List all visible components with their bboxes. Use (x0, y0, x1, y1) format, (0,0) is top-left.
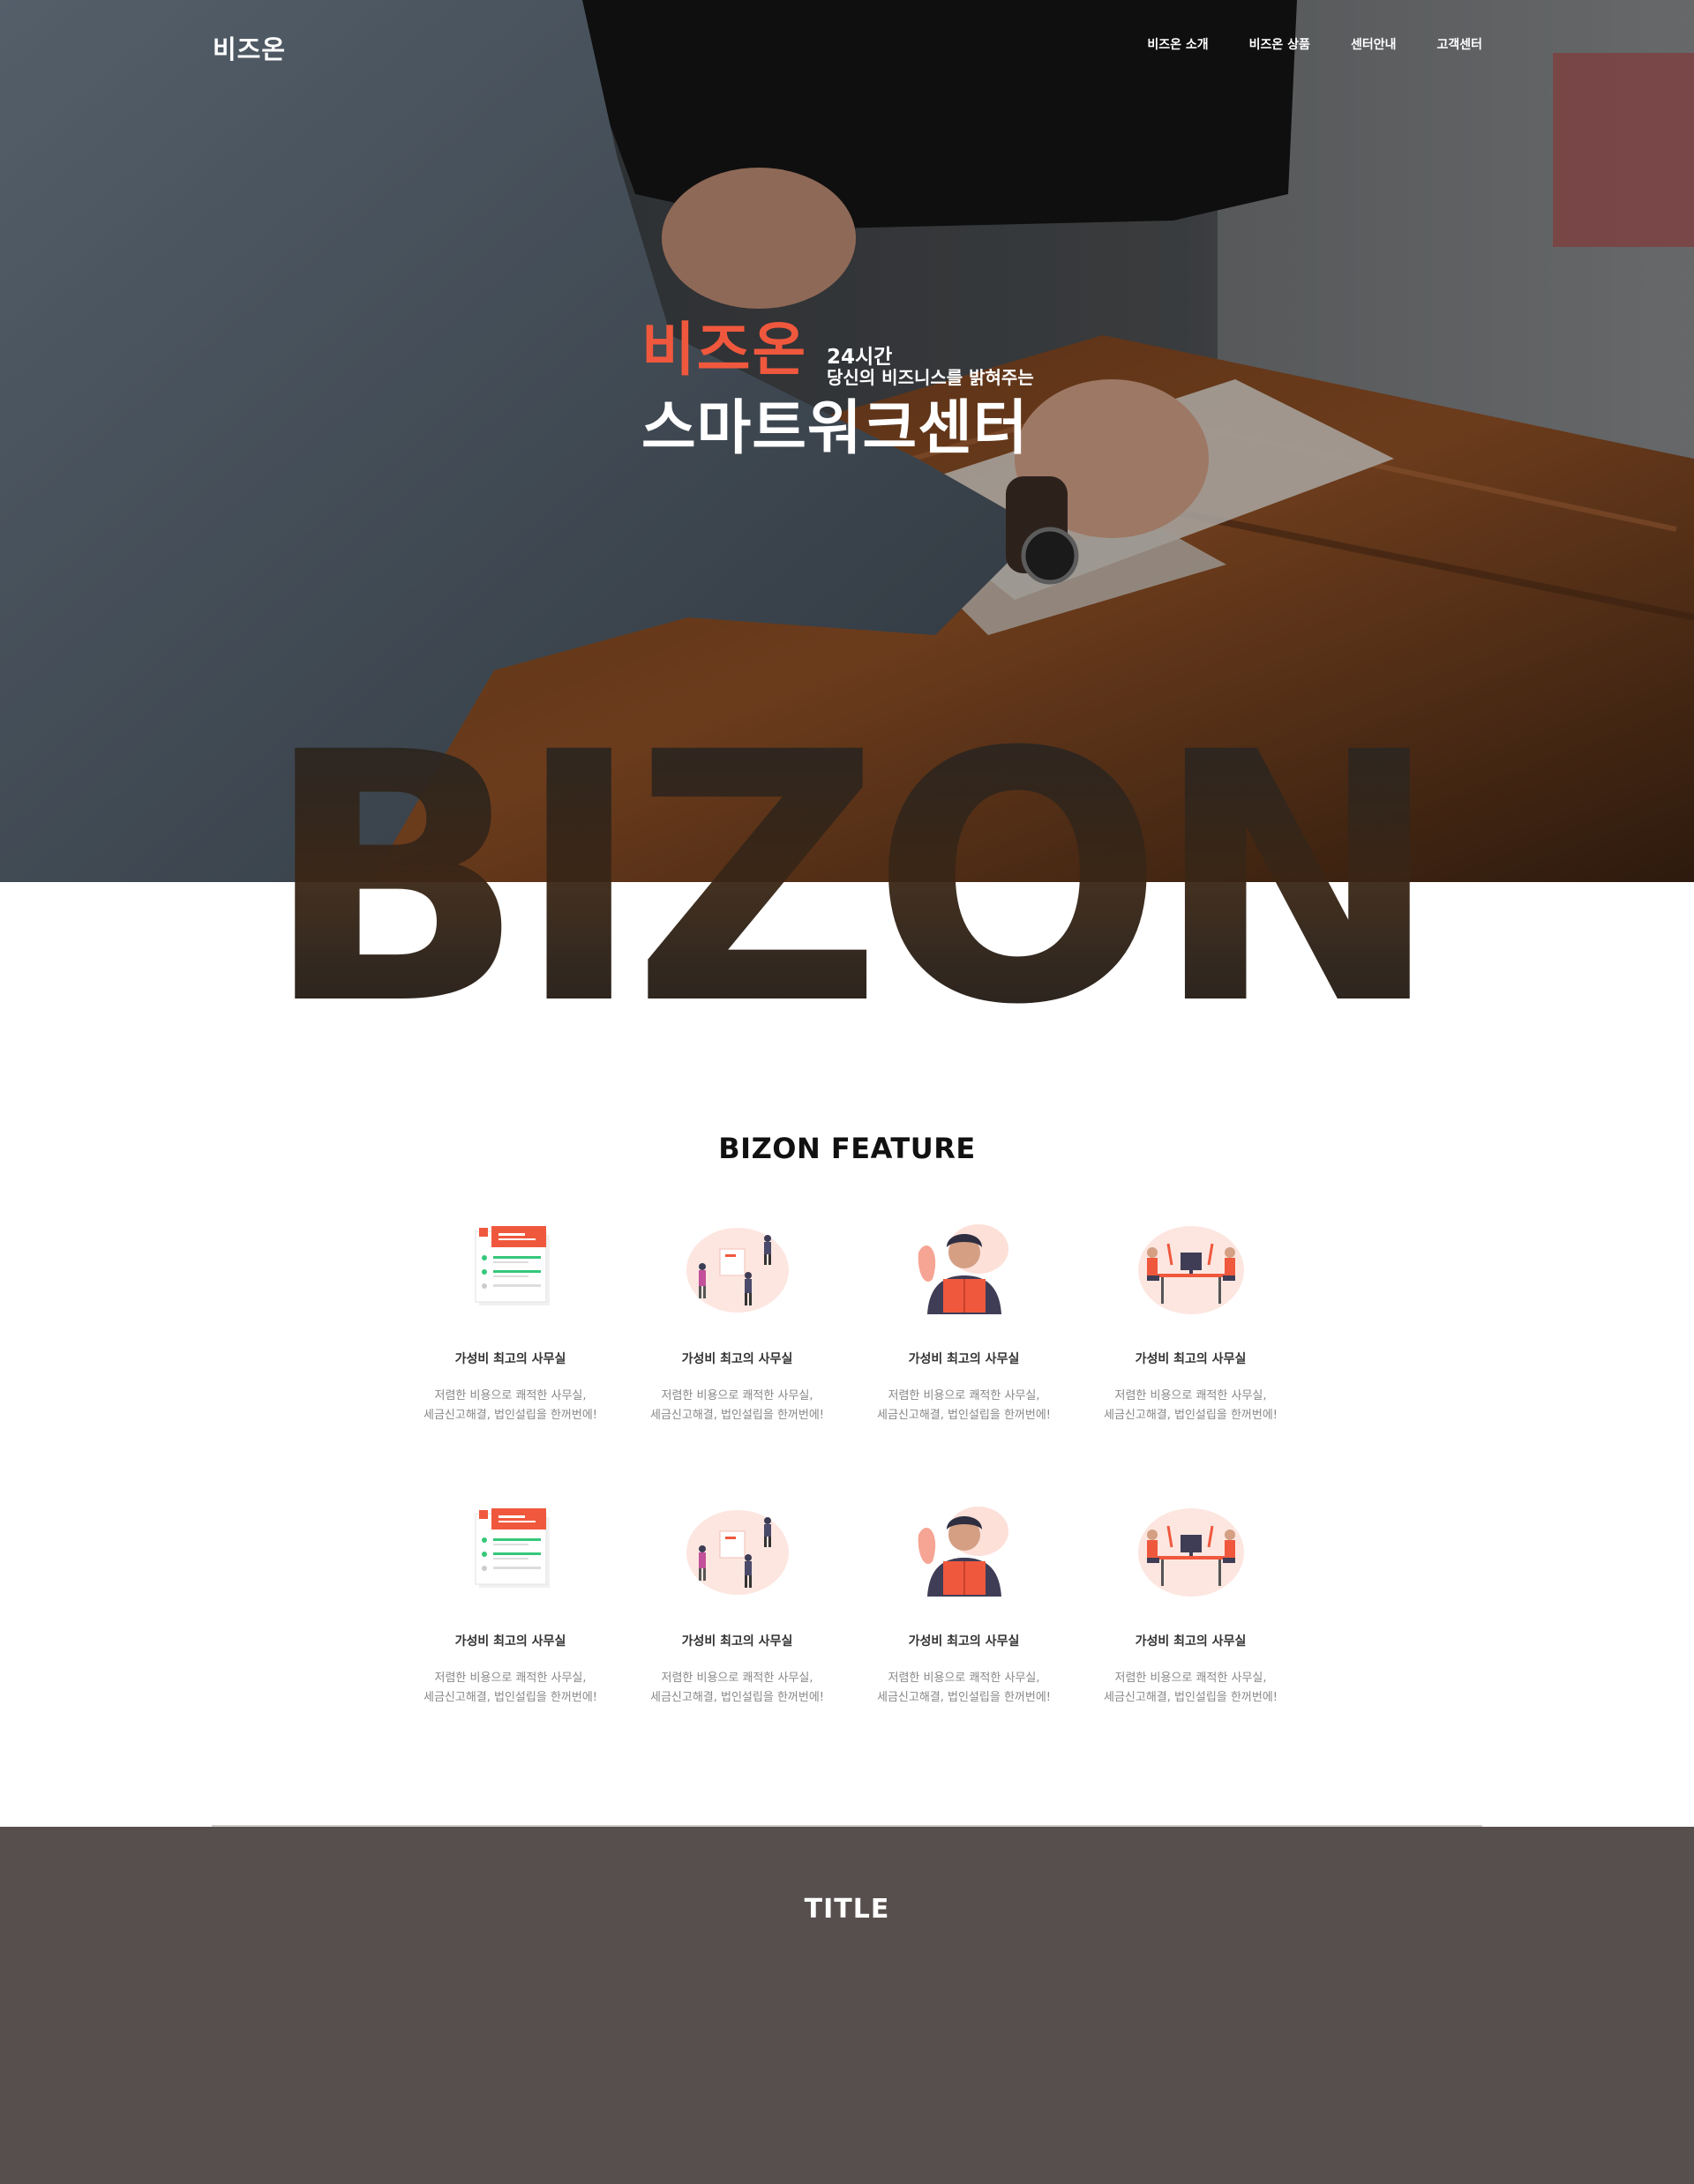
feature-card-desc-line: 세금신고해결, 법인설립을 한꺼번에! (876, 1409, 1051, 1422)
feature-card-desc-line: 세금신고해결, 법인설립을 한꺼번에! (649, 1691, 824, 1704)
man-reading-illustration (918, 1224, 1008, 1314)
feature-card-desc: 저렴한 비용으로 쾌적한 사무실, 세금신고해결, 법인설립을 한꺼번에! (624, 1669, 851, 1708)
feature-card-desc-line: 세금신고해결, 법인설립을 한꺼번에! (423, 1409, 597, 1422)
team-presentation-illustration (686, 1510, 789, 1595)
feature-card-title: 가성비 최고의 사무실 (681, 1352, 793, 1366)
feature-card-desc: 저렴한 비용으로 쾌적한 사무실, 세금신고해결, 법인설립을 한꺼번에! (1077, 1387, 1304, 1425)
feature-card: 가성비 최고의 사무실 저렴한 비용으로 쾌적한 사무실, 세금신고해결, 법인… (851, 1500, 1077, 1708)
menu-item-center-info[interactable]: 센터안내 (1351, 35, 1397, 53)
feature-card-desc-line: 세금신고해결, 법인설립을 한꺼번에! (1103, 1409, 1278, 1422)
hero-brand-name: 비즈온 (641, 316, 808, 384)
feature-card: 가성비 최고의 사무실 저렴한 비용으로 쾌적한 사무실, 세금신고해결, 법인… (1077, 1217, 1304, 1425)
top-navigation: 비즈온 비즈온 소개 비즈온 상품 센터안내 고객센터 (0, 0, 1694, 88)
feature-card-desc-line: 세금신고해결, 법인설립을 한꺼번에! (1103, 1691, 1278, 1704)
bizon-big-word: BIZON (263, 723, 1441, 1006)
feature-card-desc: 저렴한 비용으로 쾌적한 사무실, 세금신고해결, 법인설립을 한꺼번에! (1077, 1669, 1304, 1708)
feature-card-desc: 저렴한 비용으로 쾌적한 사무실, 세금신고해결, 법인설립을 한꺼번에! (851, 1669, 1077, 1708)
title-section: TITLE (0, 1827, 1694, 2184)
hero-tagline-business: 당신의 비즈니스를 밝혀주는 (827, 367, 1034, 388)
desk-workers-illustration (1137, 1226, 1244, 1314)
feature-card-desc: 저렴한 비용으로 쾌적한 사무실, 세금신고해결, 법인설립을 한꺼번에! (397, 1669, 624, 1708)
feature-card: 가성비 최고의 사무실 저렴한 비용으로 쾌적한 사무실, 세금신고해결, 법인… (851, 1217, 1077, 1425)
feature-card-desc-line: 세금신고해결, 법인설립을 한꺼번에! (876, 1691, 1051, 1704)
man-reading-illustration (918, 1507, 1008, 1597)
feature-card-desc: 저렴한 비용으로 쾌적한 사무실, 세금신고해결, 법인설립을 한꺼번에! (624, 1387, 851, 1425)
feature-card-desc-line: 세금신고해결, 법인설립을 한꺼번에! (649, 1409, 824, 1422)
feature-card: 가성비 최고의 사무실 저렴한 비용으로 쾌적한 사무실, 세금신고해결, 법인… (624, 1500, 851, 1708)
feature-card: 가성비 최고의 사무실 저렴한 비용으로 쾌적한 사무실, 세금신고해결, 법인… (1077, 1500, 1304, 1708)
title-section-heading: TITLE (804, 1894, 890, 1925)
feature-section-title: BIZON FEATURE (718, 1132, 976, 1165)
feature-card-title: 가성비 최고의 사무실 (681, 1634, 793, 1649)
menu-item-customer-center[interactable]: 고객센터 (1436, 35, 1482, 53)
site-logo[interactable]: 비즈온 (213, 29, 286, 66)
feature-card-desc: 저렴한 비용으로 쾌적한 사무실, 세금신고해결, 법인설립을 한꺼번에! (397, 1387, 624, 1425)
desk-workers-illustration (1137, 1508, 1244, 1597)
feature-card-desc-line: 저렴한 비용으로 쾌적한 사무실, (1114, 1389, 1267, 1402)
feature-card-desc-line: 저렴한 비용으로 쾌적한 사무실, (661, 1389, 813, 1402)
team-presentation-illustration (686, 1228, 789, 1313)
feature-card-title: 가성비 최고의 사무실 (908, 1634, 1020, 1649)
feature-card-desc-line: 저렴한 비용으로 쾌적한 사무실, (888, 1672, 1040, 1685)
hero-headline: 스마트워크센터 (641, 393, 1029, 462)
feature-card-title: 가성비 최고의 사무실 (1135, 1352, 1247, 1366)
feature-card-desc-line: 세금신고해결, 법인설립을 한꺼번에! (423, 1691, 597, 1704)
feature-card-desc-line: 저렴한 비용으로 쾌적한 사무실, (434, 1389, 587, 1402)
office-list-illustration (475, 1226, 550, 1305)
feature-card: 가성비 최고의 사무실 저렴한 비용으로 쾌적한 사무실, 세금신고해결, 법인… (624, 1217, 851, 1425)
feature-card-title: 가성비 최고의 사무실 (454, 1634, 566, 1649)
bizon-big-word-text: BIZON (263, 723, 1430, 1006)
feature-card: 가성비 최고의 사무실 저렴한 비용으로 쾌적한 사무실, 세금신고해결, 법인… (397, 1500, 624, 1708)
feature-card-desc-line: 저렴한 비용으로 쾌적한 사무실, (661, 1672, 813, 1685)
office-list-illustration (475, 1508, 550, 1588)
feature-card-desc-line: 저렴한 비용으로 쾌적한 사무실, (888, 1389, 1040, 1402)
feature-card-title: 가성비 최고의 사무실 (908, 1352, 1020, 1366)
feature-card-desc: 저렴한 비용으로 쾌적한 사무실, 세금신고해결, 법인설립을 한꺼번에! (851, 1387, 1077, 1425)
menu-item-about[interactable]: 비즈온 소개 (1147, 35, 1208, 53)
feature-card-desc-line: 저렴한 비용으로 쾌적한 사무실, (434, 1672, 587, 1685)
menu-item-products[interactable]: 비즈온 상품 (1249, 35, 1310, 53)
main-menu: 비즈온 소개 비즈온 상품 센터안내 고객센터 (1147, 35, 1482, 53)
feature-grid: 가성비 최고의 사무실 저렴한 비용으로 쾌적한 사무실, 세금신고해결, 법인… (397, 1217, 1297, 1708)
feature-card-title: 가성비 최고의 사무실 (454, 1352, 566, 1366)
feature-card-desc-line: 저렴한 비용으로 쾌적한 사무실, (1114, 1672, 1267, 1685)
feature-card-title: 가성비 최고의 사무실 (1135, 1634, 1247, 1649)
feature-card: 가성비 최고의 사무실 저렴한 비용으로 쾌적한 사무실, 세금신고해결, 법인… (397, 1217, 624, 1425)
